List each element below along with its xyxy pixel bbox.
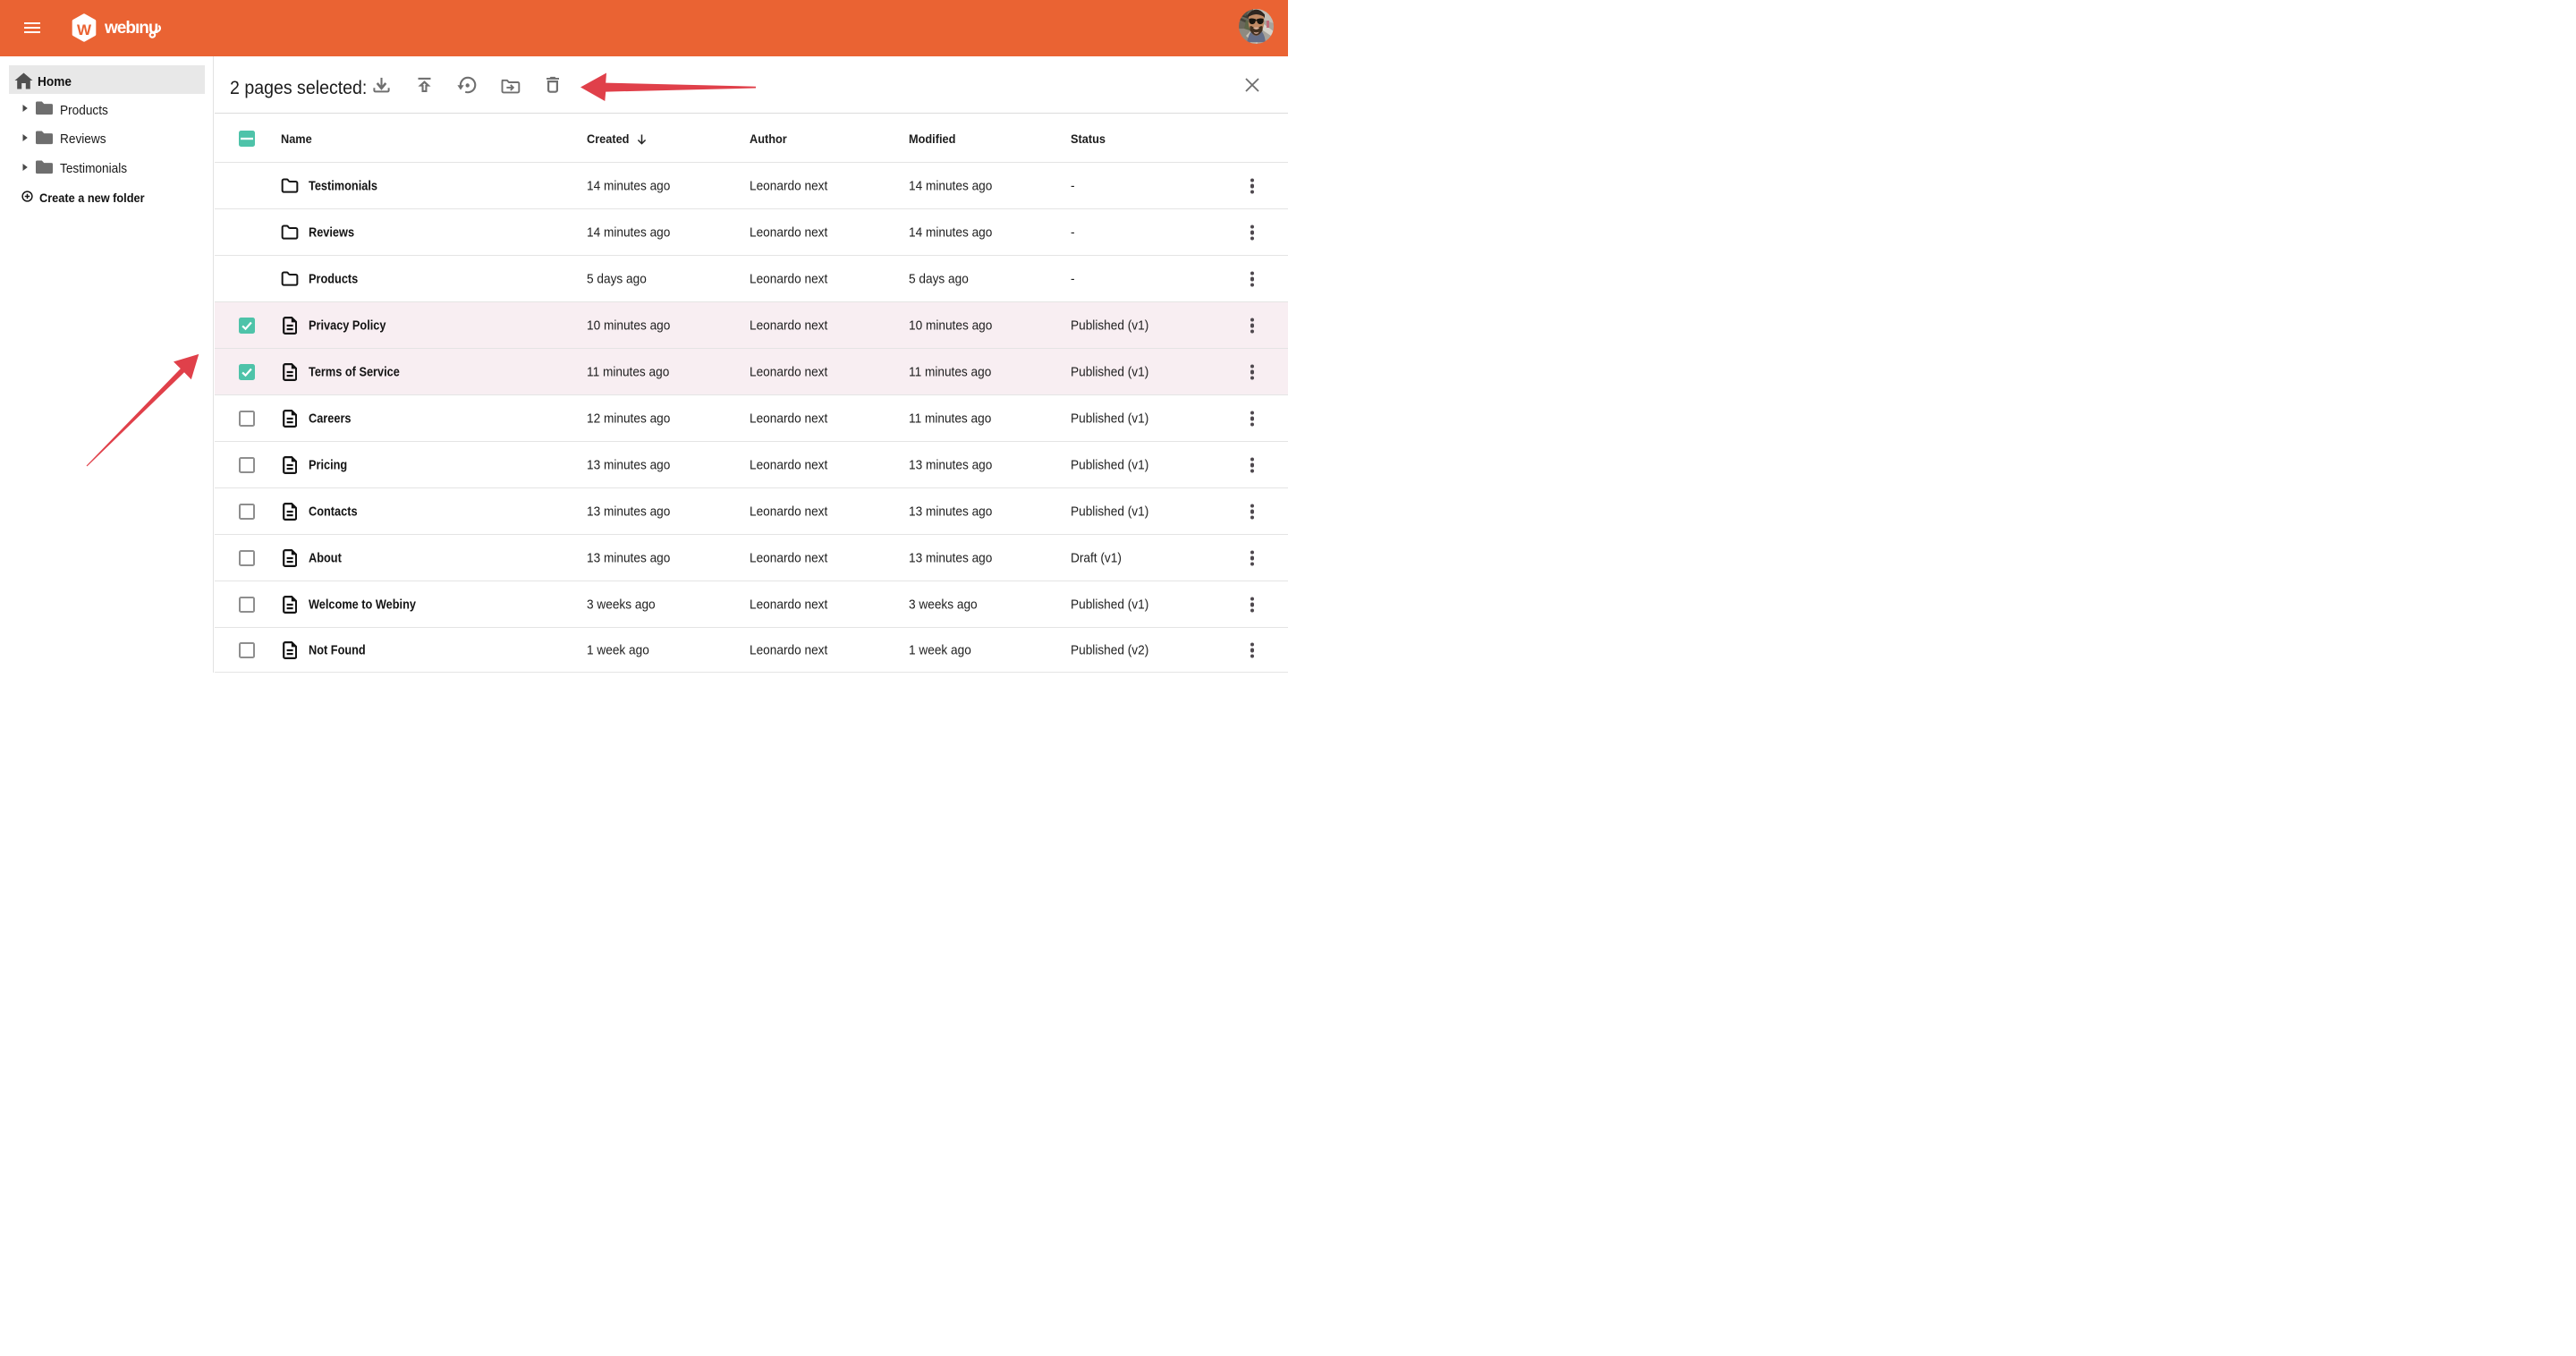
svg-text:W: W	[77, 21, 92, 38]
